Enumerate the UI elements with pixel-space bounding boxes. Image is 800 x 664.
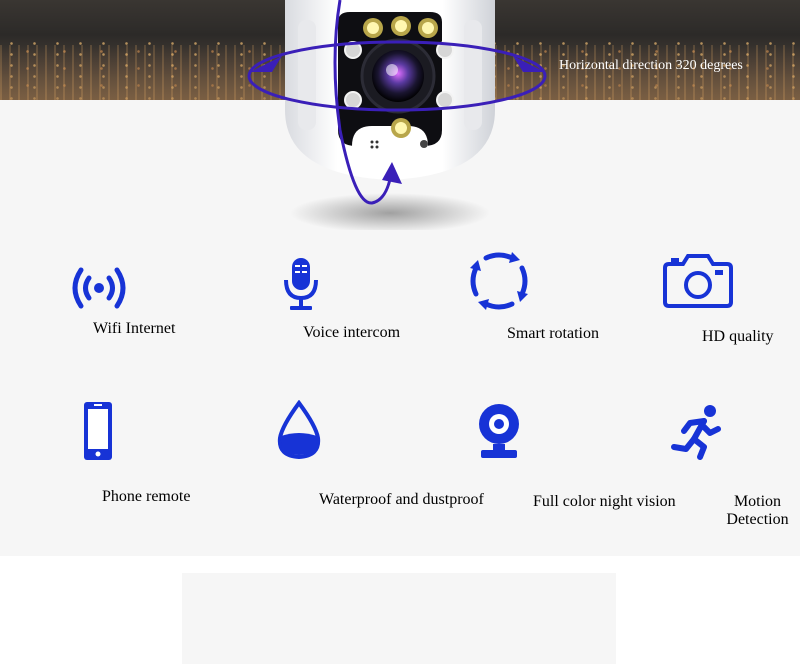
camera-illustration — [247, 0, 547, 230]
smartphone-icon — [84, 402, 112, 460]
horizontal-arrow-right — [513, 56, 545, 72]
running-person-icon — [671, 405, 721, 460]
feature-label: Voice intercom — [303, 324, 401, 341]
camera-side-left — [298, 20, 316, 130]
camera-side-right — [464, 20, 482, 130]
camera-icon — [663, 254, 733, 308]
feature-label: Wifi Internet — [93, 320, 176, 337]
feature-label: Waterproof and dustproof — [319, 491, 484, 508]
feature-label: HD quality — [702, 328, 774, 345]
water-drop-icon — [277, 400, 321, 460]
horizontal-arrow-left — [250, 56, 282, 72]
camera-shadow — [290, 193, 490, 230]
feature-label: Full color night vision — [533, 493, 676, 510]
rotation-caption: Horizontal direction 320 degrees — [559, 58, 743, 73]
bottom-panel — [182, 573, 616, 664]
webcam-icon — [479, 404, 519, 458]
feature-label: Phone remote — [102, 488, 191, 505]
feature-label: Motion Detection — [726, 493, 789, 528]
microphone-icon — [284, 258, 318, 310]
wifi-signal-icon — [72, 267, 126, 309]
camera-mic-plate — [352, 126, 428, 156]
feature-label: Smart rotation — [507, 325, 599, 342]
rotation-arrows-icon — [470, 252, 528, 310]
camera-lens — [372, 50, 424, 102]
